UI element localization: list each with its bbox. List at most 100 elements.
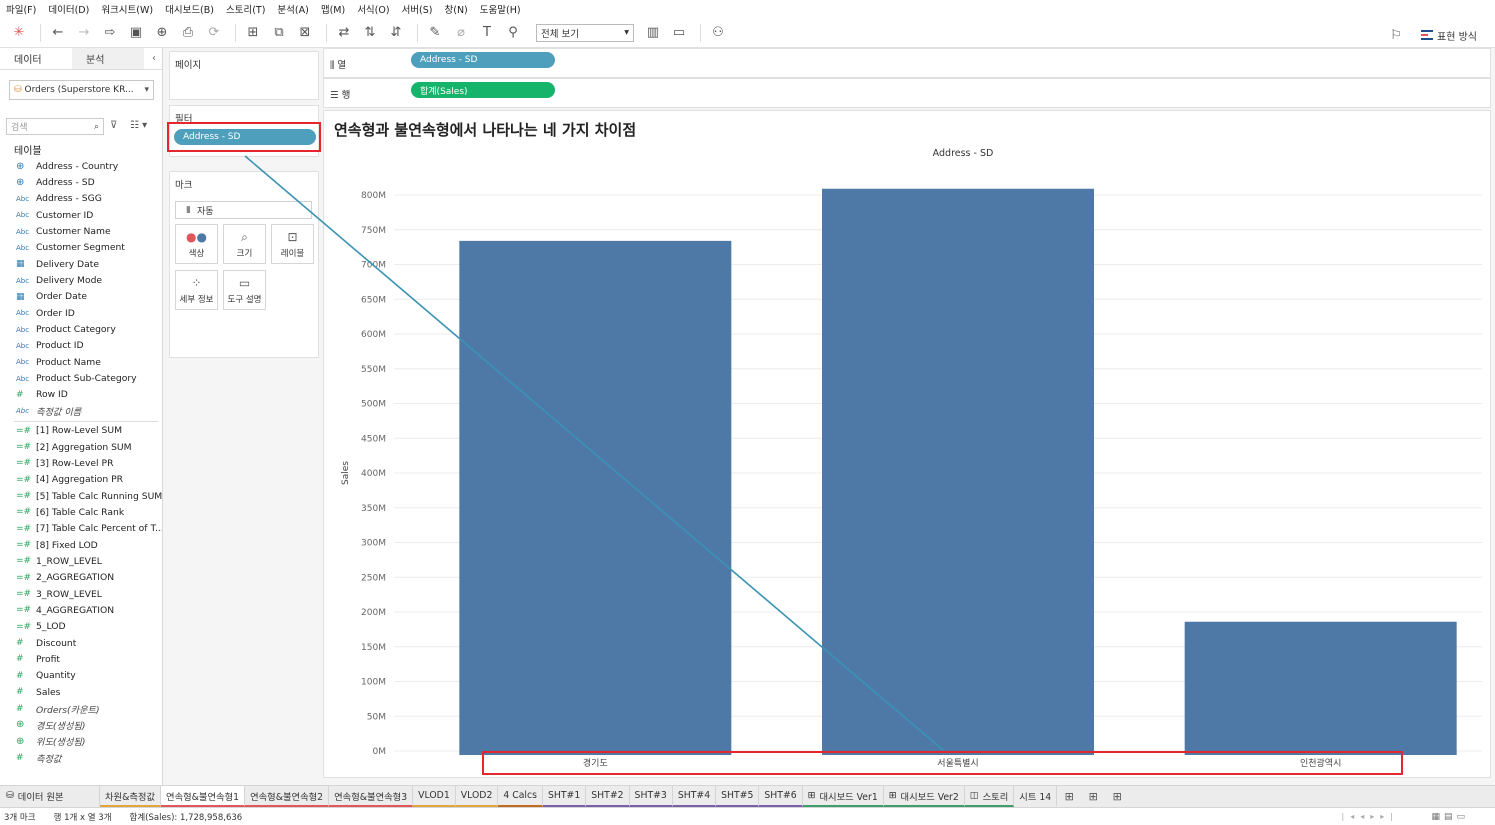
highlight-icon[interactable]: ✎ [424,22,446,44]
field-item[interactable]: # Orders(카운트) [0,700,162,716]
field-item[interactable]: ⊕ Address - SD [0,174,162,190]
new-dashboard-icon[interactable]: ⊞ [1081,786,1105,807]
sheet-tab[interactable]: VLOD2 [455,786,499,807]
field-item[interactable]: =# [4] Aggregation PR [0,472,162,488]
size-button[interactable]: ⌕ 크기 [223,224,266,264]
swap-icon[interactable]: ⇄ [333,22,355,44]
group-icon[interactable]: ⌀ [450,22,472,44]
field-item[interactable]: Abc Product Category [0,321,162,337]
detail-button[interactable]: ⁘ 세부 정보 [175,270,218,310]
sheet-nav-icon[interactable]: |◂◂▸▸| [1342,812,1399,821]
show-me-icon[interactable]: ▥ [642,22,664,44]
clear-sheet-icon[interactable]: ⊠ [294,22,316,44]
field-item[interactable]: Abc Customer Segment [0,240,162,256]
new-worksheet-icon[interactable]: ⊞ [1057,786,1081,807]
field-item[interactable]: # 측정값 [0,749,162,765]
columns-pill[interactable]: Address - SD [411,52,555,68]
duplicate-sheet-icon[interactable]: ⧉ [268,22,290,44]
field-search-input[interactable]: 검색 ⌕ [6,118,104,135]
new-story-icon[interactable]: ⊞ [1105,786,1129,807]
tab-data[interactable]: 데이터 [0,48,72,69]
menu-item[interactable]: 스토리(T) [226,2,265,16]
show-labels-icon[interactable]: T [476,22,498,44]
field-item[interactable]: ▦ Order Date [0,289,162,305]
sheet-tab[interactable]: 연속형&불연속형3 [329,786,414,807]
undo-icon[interactable]: ← [47,22,69,44]
sheet-tab[interactable]: ⛁ 데이터 원본 [0,786,100,807]
sheet-tab[interactable]: 차원&측정값 [100,786,162,807]
columns-shelf[interactable]: ⫼ 열 Address - SD [323,48,1491,78]
filter-icon[interactable]: ⊽ [110,120,117,131]
sheet-tab[interactable]: SHT#2 [586,786,630,807]
field-item[interactable]: =# [3] Row-Level PR [0,455,162,471]
sheet-tab[interactable]: SHT#1 [542,786,587,807]
menu-item[interactable]: 분석(A) [277,2,308,16]
field-item[interactable]: # Discount [0,635,162,651]
sheet-tab[interactable]: SHT#5 [716,786,760,807]
field-item[interactable]: # Quantity [0,668,162,684]
worksheet-view[interactable]: 연속형과 불연속형에서 나타나는 네 가지 차이점 Address - SD 0M… [323,110,1491,778]
menu-item[interactable]: 서버(S) [402,2,433,16]
sort-ascending-icon[interactable]: ⇅ [359,22,381,44]
pages-card[interactable]: 페이지 [169,51,319,100]
field-item[interactable]: =# [2] Aggregation SUM [0,439,162,455]
field-item[interactable]: # Sales [0,684,162,700]
field-item[interactable]: Abc Address - SGG [0,191,162,207]
collapse-pane-icon[interactable]: ‹ [152,48,162,69]
sheet-tab[interactable]: SHT#6 [759,786,803,807]
field-item[interactable]: =# [1] Row-Level SUM [0,423,162,439]
field-item[interactable]: =# 5_LOD [0,619,162,635]
show-me-button[interactable]: ⚐ 표현 방식 [1385,24,1477,46]
sheet-tab[interactable]: 시트 14 [1014,786,1058,807]
pin-icon[interactable]: ⚲ [502,22,524,44]
menu-item[interactable]: 도움말(H) [480,2,521,16]
field-item[interactable]: =# [7] Table Calc Percent of T... [0,521,162,537]
sheet-view-icons[interactable]: ▦▤▭ [1431,812,1469,822]
menu-item[interactable]: 맵(M) [321,2,345,16]
field-item[interactable]: Abc Product Sub-Category [0,370,162,386]
sheet-tab[interactable]: ⊞ 대시보드 Ver2 [883,786,965,807]
sheet-tab[interactable]: ◫ 스토리 [964,786,1015,807]
menu-item[interactable]: 창(N) [445,2,468,16]
field-item[interactable]: # Profit [0,651,162,667]
save-icon[interactable]: ▣ [125,22,147,44]
tableau-logo-icon[interactable]: ✳ [8,22,30,44]
format-painter-icon[interactable]: ⚐ [1385,24,1407,46]
field-item[interactable]: ⊕ 위도(생성됨) [0,733,162,749]
field-item[interactable]: =# 1_ROW_LEVEL [0,553,162,569]
new-datasource-icon[interactable]: ⊕ [151,22,173,44]
tab-analysis[interactable]: 분석 [72,48,144,69]
sheet-tab[interactable]: VLOD1 [413,786,456,807]
field-item[interactable]: Abc Order ID [0,305,162,321]
field-item[interactable]: ⊕ 경도(생성됨) [0,717,162,733]
menu-item[interactable]: 파일(F) [6,2,36,16]
pause-update-icon[interactable]: ⎙ [177,22,199,44]
sheet-tab[interactable]: SHT#4 [672,786,717,807]
field-item[interactable]: ⊕ Address - Country [0,158,162,174]
redo-icon[interactable]: → [73,22,95,44]
marks-type-select[interactable]: ▮ 자동 [175,201,312,219]
field-item[interactable]: Abc Product Name [0,354,162,370]
field-item[interactable]: Abc Customer ID [0,207,162,223]
redo-all-icon[interactable]: ⇨ [99,22,121,44]
sheet-tab[interactable]: ⊞ 대시보드 Ver1 [802,786,884,807]
sort-descending-icon[interactable]: ⇵ [385,22,407,44]
field-item[interactable]: Abc Customer Name [0,223,162,239]
share-icon[interactable]: ⚇ [707,22,729,44]
refresh-icon[interactable]: ⟳ [203,22,225,44]
sheet-tab[interactable]: 연속형&불연속형2 [245,786,330,807]
new-worksheet-icon[interactable]: ⊞ [242,22,264,44]
presentation-icon[interactable]: ▭ [668,22,690,44]
datasource-select[interactable]: ⛁ Orders (Superstore KR... ▾ [9,80,154,100]
sheet-tab[interactable]: 연속형&불연속형1 [161,786,246,807]
menu-item[interactable]: 워크시트(W) [101,2,153,16]
tooltip-button[interactable]: ▭ 도구 설명 [223,270,266,310]
label-button[interactable]: ⊡ 레이블 [271,224,314,264]
rows-pill[interactable]: 합계(Sales) [411,82,555,98]
rows-shelf[interactable]: ☰ 행 합계(Sales) [323,78,1491,108]
menu-item[interactable]: 서식(O) [357,2,389,16]
field-item[interactable]: =# [6] Table Calc Rank [0,504,162,520]
field-item[interactable]: =# [8] Fixed LOD [0,537,162,553]
field-item[interactable]: =# [5] Table Calc Running SUM [0,488,162,504]
sheet-tab[interactable]: SHT#3 [629,786,673,807]
